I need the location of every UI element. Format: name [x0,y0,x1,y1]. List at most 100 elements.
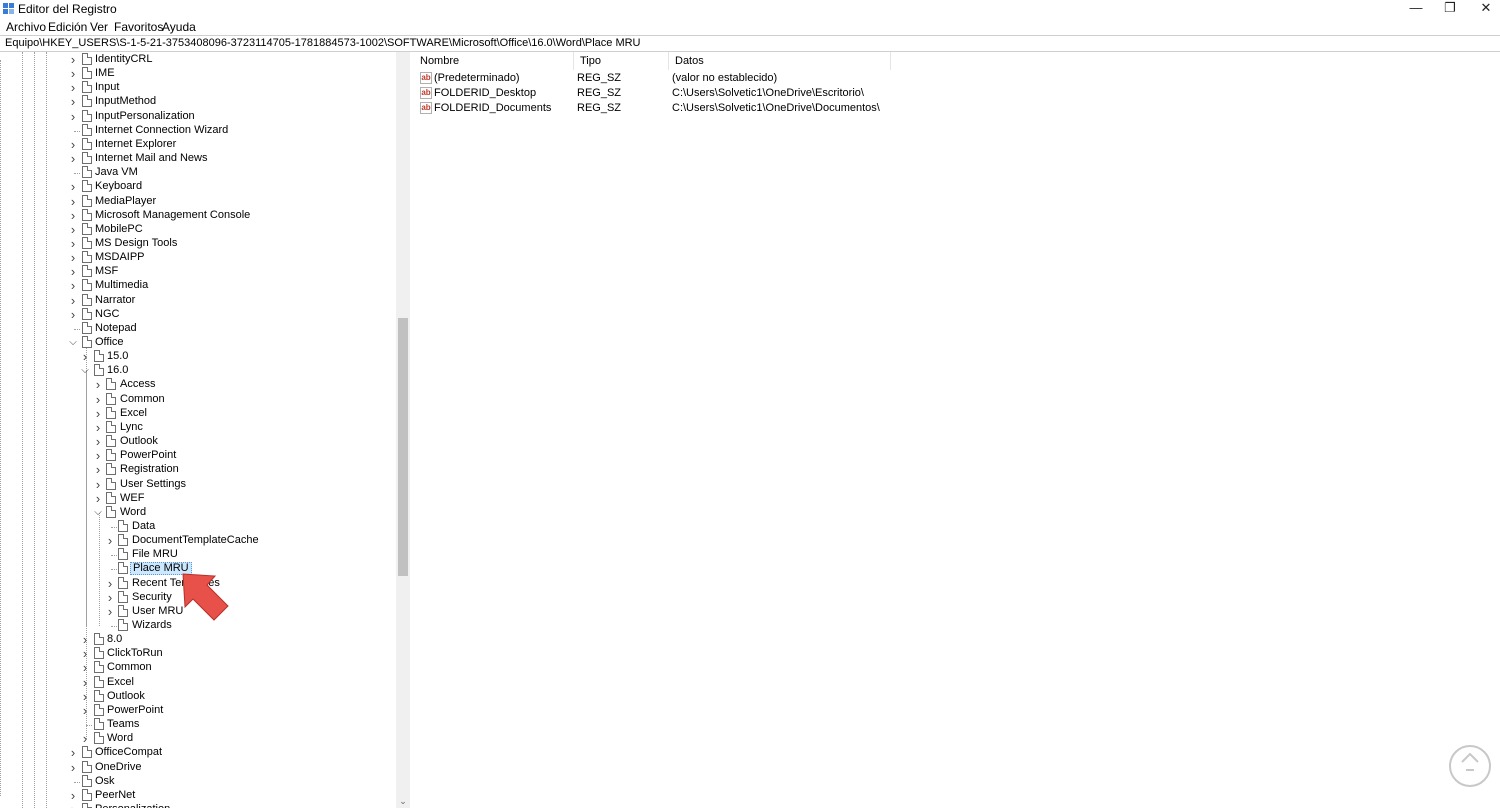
tree-node-label[interactable]: Multimedia [93,279,150,292]
chevron-right-icon[interactable]: › [68,81,78,94]
tree-node-label[interactable]: ClickToRun [105,647,165,660]
chevron-right-icon[interactable]: › [105,577,115,590]
value-row[interactable]: ab FOLDERID_Desktop REG_SZ C:\Users\Solveti… [414,86,1414,101]
tree-node[interactable]: › Registration [0,463,396,477]
tree-node[interactable]: › Lync [0,420,396,435]
chevron-right-icon[interactable]: › [93,463,103,476]
tree-node[interactable]: › DocumentTemplateCache [0,534,396,548]
chevron-right-icon[interactable]: › [68,195,78,208]
chevron-right-icon[interactable]: › [68,110,78,123]
tree-node[interactable]: › User Settings [0,477,396,492]
tree-node[interactable]: › Input [0,81,396,95]
tree-node-label[interactable]: Access [118,378,157,391]
chevron-right-icon[interactable]: › [93,435,103,448]
chevron-down-icon[interactable]: ⌵ [93,507,103,519]
chevron-right-icon[interactable]: › [68,279,78,292]
chevron-right-icon[interactable]: › [68,251,78,264]
chevron-right-icon[interactable]: › [68,223,78,236]
tree-node-label[interactable]: Word [105,732,135,745]
chevron-right-icon[interactable]: › [68,180,78,193]
tree-node[interactable]: › Common [0,661,396,675]
chevron-down-icon[interactable]: ⌵ [80,365,90,377]
tree-node[interactable]: Osk [0,774,396,789]
tree-node[interactable]: › Recent Templates [0,576,396,591]
chevron-right-icon[interactable]: › [80,633,90,646]
tree-node-label[interactable]: PowerPoint [118,449,178,462]
chevron-right-icon[interactable]: › [68,265,78,278]
tree-node-label[interactable]: Notepad [93,322,139,335]
tree-node-label[interactable]: Word [118,506,148,519]
tree-node-label[interactable]: Excel [118,407,149,420]
tree-node[interactable]: › MSF [0,265,396,279]
tree-node[interactable]: › PowerPoint [0,449,396,463]
tree-node[interactable]: › 8.0 [0,633,396,647]
scroll-down-arrow-icon[interactable]: ⌄ [396,796,410,808]
chevron-right-icon[interactable]: › [80,647,90,660]
tree-node-label[interactable]: MSDAIPP [93,251,147,264]
tree-node-label[interactable]: 15.0 [105,350,130,363]
chevron-right-icon[interactable]: › [80,661,90,674]
tree-node[interactable]: › NGC [0,307,396,322]
chevron-down-icon[interactable]: ⌵ [68,337,78,349]
tree-node[interactable]: › WEF [0,491,396,506]
tree-node-label[interactable]: IdentityCRL [93,53,154,66]
tree-node-label[interactable]: User Settings [118,478,188,491]
column-header-datos[interactable]: Datos [669,52,891,70]
tree-node-label[interactable]: OneDrive [93,761,143,774]
tree-node-label[interactable]: MobilePC [93,223,145,236]
chevron-right-icon[interactable]: › [105,591,115,604]
tree-node[interactable]: › InputPersonalization [0,109,396,124]
tree-node[interactable]: ⌵ 16.0 [0,364,396,378]
tree-node-label[interactable]: Keyboard [93,180,144,193]
menu-favoritos[interactable]: Favoritos [114,20,163,34]
tree-node[interactable]: › Common [0,392,396,407]
tree-node-label[interactable]: Registration [118,463,181,476]
tree-node[interactable]: Wizards [0,619,396,633]
chevron-right-icon[interactable]: › [80,690,90,703]
tree-node[interactable]: › 15.0 [0,350,396,364]
chevron-right-icon[interactable]: › [93,478,103,491]
chevron-right-icon[interactable]: › [93,407,103,420]
chevron-right-icon[interactable]: › [93,421,103,434]
tree-node[interactable]: › Internet Mail and News [0,152,396,166]
tree-node-label[interactable]: Input [93,81,121,94]
tree-node-label[interactable]: Internet Mail and News [93,152,210,165]
tree-scrollbar[interactable]: ⌄ [396,52,410,808]
tree-node-label[interactable]: PeerNet [93,789,137,802]
tree-node-label[interactable]: MediaPlayer [93,195,158,208]
tree-node[interactable]: › MediaPlayer [0,194,396,209]
tree-node-label[interactable]: OfficeCompat [93,746,164,759]
chevron-right-icon[interactable]: › [105,605,115,618]
tree-node[interactable]: › OneDrive [0,760,396,775]
menu-ver[interactable]: Ver [90,20,108,34]
value-row[interactable]: ab FOLDERID_Documents REG_SZ C:\Users\Solve… [414,101,1414,116]
tree-node[interactable]: ⌵ Office [0,336,396,350]
value-row[interactable]: ab (Predeterminado) REG_SZ (valor no establ… [414,71,1414,86]
tree-node[interactable]: › User MRU [0,604,396,619]
tree-node-label[interactable]: 8.0 [105,633,124,646]
tree-node[interactable]: Teams [0,718,396,732]
chevron-right-icon[interactable]: › [93,449,103,462]
tree-node[interactable]: › Security [0,590,396,605]
chevron-right-icon[interactable]: › [68,95,78,108]
tree-node[interactable]: Place MRU [0,562,396,576]
tree-node[interactable]: › Access [0,378,396,392]
tree-node-label[interactable]: Excel [105,676,136,689]
chevron-right-icon[interactable]: › [68,803,78,808]
tree-node-label[interactable]: Lync [118,421,145,434]
tree-node-label[interactable]: InputMethod [93,95,158,108]
tree-node-label[interactable]: Recent Templates [130,577,222,590]
tree-node[interactable]: › Excel [0,406,396,421]
chevron-right-icon[interactable]: › [68,746,78,759]
tree-node[interactable]: › Internet Explorer [0,137,396,152]
tree-node[interactable]: Internet Connection Wizard [0,123,396,138]
tree-node-label[interactable]: WEF [118,492,146,505]
tree-node-label[interactable]: User MRU [130,605,185,618]
tree-node-label[interactable]: Internet Explorer [93,138,178,151]
chevron-right-icon[interactable]: › [68,53,78,66]
tree-node-label-selected[interactable]: Place MRU [130,562,192,576]
column-header-nombre[interactable]: Nombre [414,52,574,70]
tree-node[interactable]: File MRU [0,548,396,562]
chevron-right-icon[interactable]: › [68,761,78,774]
menu-archivo[interactable]: Archivo [6,20,46,34]
